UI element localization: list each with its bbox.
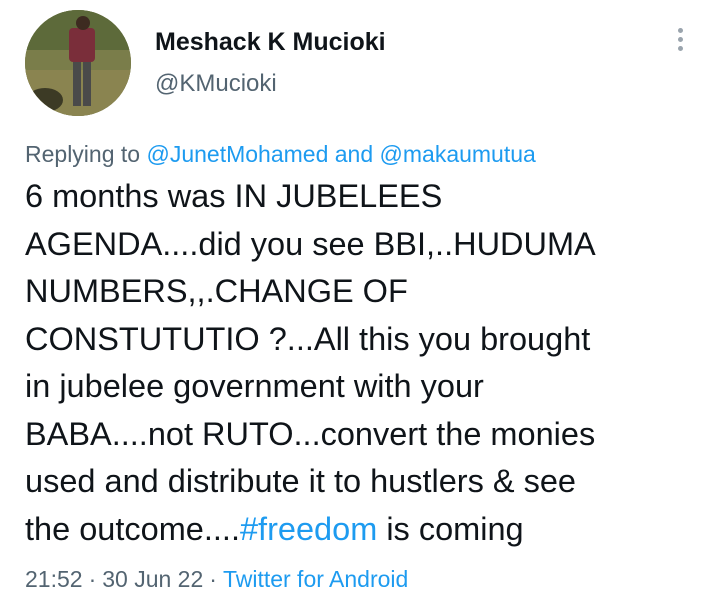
reply-mention-junetmohamed[interactable]: @JunetMohamed — [146, 141, 328, 167]
reply-mention-makaumutua[interactable]: @makaumutua — [380, 141, 536, 167]
meta-separator: · — [88, 566, 97, 592]
replying-prefix: Replying to — [25, 141, 141, 167]
profile-photo — [25, 10, 131, 116]
more-options-button[interactable] — [668, 28, 692, 56]
tweet-text-last-line: the outcome....#freedom is coming — [25, 506, 705, 554]
last-line-prefix: the outcome.... — [25, 510, 240, 547]
tweet-text-line: CONSTUTUTIO ?...All this you brought — [25, 320, 591, 357]
tweet-text-line: BABA....not RUTO...convert the monies — [25, 415, 596, 452]
reply-and: and — [334, 141, 374, 167]
meta-separator: · — [209, 566, 217, 592]
tweet-date[interactable]: 30 Jun 22 — [102, 566, 203, 592]
hashtag-freedom[interactable]: #freedom — [240, 511, 377, 547]
author-name[interactable]: Meshack K Mucioki — [155, 28, 386, 57]
tweet-source[interactable]: Twitter for Android — [223, 566, 408, 592]
tweet-text: 6 months was IN JUBELEES AGENDA....did y… — [25, 173, 705, 553]
tweet-text-line: NUMBERS,,.CHANGE OF — [25, 273, 408, 309]
replying-to: Replying to @JunetMohamed and @makaumutu… — [25, 141, 536, 168]
avatar[interactable] — [25, 10, 131, 116]
tweet-meta: 21:52 · 30 Jun 22 · Twitter for Android — [25, 566, 408, 593]
tweet-time[interactable]: 21:52 — [25, 566, 83, 592]
tweet-text-line: AGENDA....did you see BBI,..HUDUMA — [25, 225, 596, 262]
tweet-text-line: used and distribute it to hustlers & see — [25, 463, 577, 499]
last-line-suffix: is coming — [377, 510, 524, 547]
tweet-text-line: 6 months was IN JUBELEES — [25, 178, 443, 214]
author-handle[interactable]: @KMucioki — [155, 70, 277, 98]
vertical-ellipsis-icon — [677, 28, 683, 33]
tweet-text-line: in jubelee government with your — [25, 368, 484, 404]
